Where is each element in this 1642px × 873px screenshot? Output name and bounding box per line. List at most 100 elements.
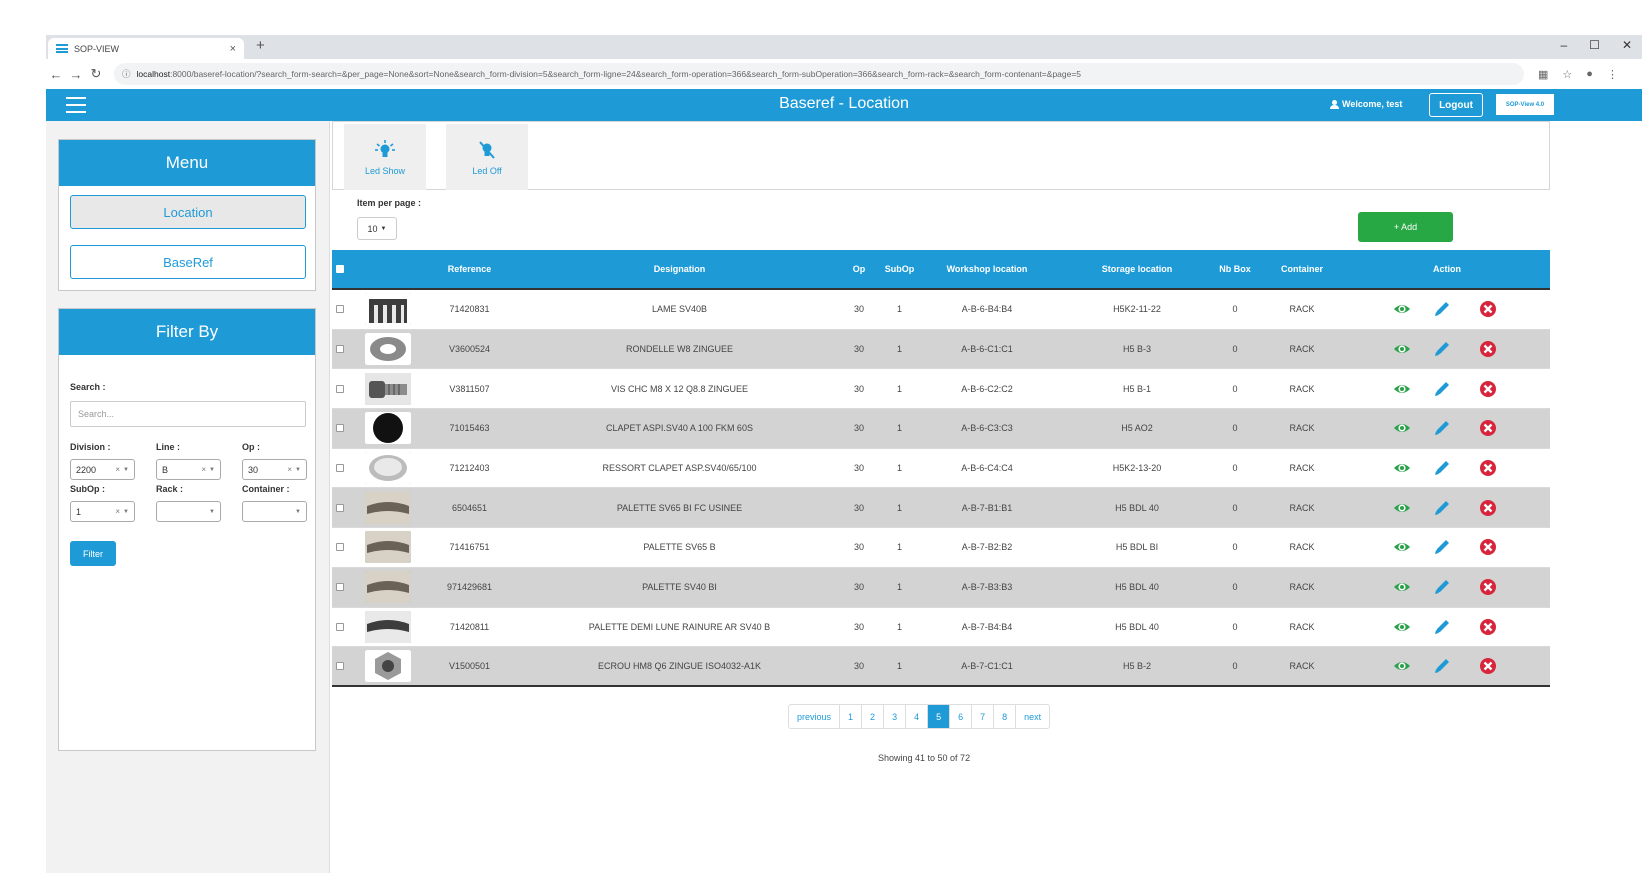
- op-select[interactable]: 30 × ▼: [242, 459, 307, 480]
- table-row[interactable]: V3811507 VIS CHC M8 X 12 Q8.8 ZINGUEE 30 1 A…: [332, 369, 1550, 410]
- header-nb-box[interactable]: Nb Box: [1210, 250, 1260, 288]
- view-eye-icon[interactable]: [1393, 499, 1411, 517]
- edit-pencil-icon[interactable]: [1433, 300, 1451, 318]
- view-eye-icon[interactable]: [1393, 578, 1411, 596]
- clear-icon[interactable]: ×: [115, 465, 120, 474]
- edit-pencil-icon[interactable]: [1433, 419, 1451, 437]
- logout-button[interactable]: Logout: [1429, 93, 1483, 117]
- row-checkbox[interactable]: [336, 305, 344, 314]
- row-checkbox[interactable]: [336, 543, 344, 552]
- minimize-icon[interactable]: –: [1560, 38, 1567, 52]
- led-off-button[interactable]: Led Off: [446, 124, 528, 190]
- row-checkbox[interactable]: [336, 424, 344, 433]
- header-designation[interactable]: Designation: [532, 250, 827, 288]
- delete-icon[interactable]: [1479, 459, 1497, 477]
- container-select[interactable]: ▼: [242, 501, 307, 522]
- row-checkbox[interactable]: [336, 503, 344, 512]
- view-eye-icon[interactable]: [1393, 657, 1411, 675]
- browser-menu-icon[interactable]: ⋮: [1607, 68, 1618, 81]
- per-page-select[interactable]: 10 ▼: [357, 217, 397, 240]
- row-checkbox[interactable]: [336, 384, 344, 393]
- pagination-page[interactable]: 7: [972, 705, 995, 728]
- table-row[interactable]: 71420811 PALETTE DEMI LUNE RAINURE AR SV4…: [332, 607, 1550, 648]
- header-storage-location[interactable]: Storage location: [1082, 250, 1192, 288]
- row-checkbox[interactable]: [336, 662, 344, 671]
- edit-pencil-icon[interactable]: [1433, 657, 1451, 675]
- restore-icon[interactable]: ☐: [1589, 38, 1600, 52]
- clear-icon[interactable]: ×: [115, 507, 120, 516]
- table-row[interactable]: V3600524 RONDELLE W8 ZINGUEE 30 1 A-B-6-C1:C…: [332, 329, 1550, 370]
- row-checkbox[interactable]: [336, 622, 344, 631]
- edit-pencil-icon[interactable]: [1433, 340, 1451, 358]
- pagination-page[interactable]: 5: [928, 705, 951, 728]
- delete-icon[interactable]: [1479, 578, 1497, 596]
- select-all-checkbox[interactable]: [336, 265, 344, 273]
- edit-pencil-icon[interactable]: [1433, 499, 1451, 517]
- edit-pencil-icon[interactable]: [1433, 578, 1451, 596]
- pagination-page[interactable]: 3: [884, 705, 907, 728]
- site-info-icon[interactable]: ⓘ: [122, 68, 131, 80]
- delete-icon[interactable]: [1479, 340, 1497, 358]
- edit-pencil-icon[interactable]: [1433, 538, 1451, 556]
- view-eye-icon[interactable]: [1393, 340, 1411, 358]
- table-row[interactable]: 71015463 CLAPET ASPI.SV40 A 100 FKM 60S 30…: [332, 409, 1550, 449]
- pagination-page[interactable]: 4: [906, 705, 929, 728]
- delete-icon[interactable]: [1479, 657, 1497, 675]
- table-row[interactable]: 71416751 PALETTE SV65 B 30 1 A-B-7-B2:B2 H5 B…: [332, 528, 1550, 568]
- header-container[interactable]: Container: [1272, 250, 1332, 288]
- table-row[interactable]: V1500501 ECROU HM8 Q6 ZINGUE ISO4032-A1K 3…: [332, 647, 1550, 687]
- view-eye-icon[interactable]: [1393, 380, 1411, 398]
- row-checkbox[interactable]: [336, 464, 344, 473]
- table-row[interactable]: 71212403 RESSORT CLAPET ASP.SV40/65/100 30…: [332, 448, 1550, 489]
- row-checkbox[interactable]: [336, 345, 344, 354]
- division-select[interactable]: 2200 × ▼: [70, 459, 135, 480]
- edit-pencil-icon[interactable]: [1433, 380, 1451, 398]
- forward-arrow-icon[interactable]: →: [66, 67, 86, 82]
- filter-button[interactable]: Filter: [70, 541, 116, 566]
- table-row[interactable]: 71420831 LAME SV40B 30 1 A-B-6-B4:B4 H5K2-11-…: [332, 290, 1550, 330]
- delete-icon[interactable]: [1479, 499, 1497, 517]
- bookmark-star-icon[interactable]: ☆: [1562, 68, 1572, 81]
- menu-item-location[interactable]: Location: [70, 195, 306, 229]
- address-bar[interactable]: ⓘ localhost:8000/baseref-location/?searc…: [114, 63, 1524, 85]
- browser-tab[interactable]: SOP-VIEW ×: [48, 38, 244, 59]
- profile-icon[interactable]: ●: [1586, 68, 1593, 81]
- pagination-next[interactable]: next: [1016, 705, 1049, 728]
- header-workshop-location[interactable]: Workshop location: [927, 250, 1047, 288]
- table-row[interactable]: 6504651 PALETTE SV65 BI FC USINEE 30 1 A-B-7…: [332, 488, 1550, 529]
- view-eye-icon[interactable]: [1393, 459, 1411, 477]
- header-reference[interactable]: Reference: [422, 250, 517, 288]
- close-tab-icon[interactable]: ×: [230, 43, 236, 55]
- view-eye-icon[interactable]: [1393, 538, 1411, 556]
- menu-item-baseref[interactable]: BaseRef: [70, 245, 306, 279]
- pagination-page[interactable]: 2: [862, 705, 885, 728]
- row-checkbox[interactable]: [336, 583, 344, 592]
- edit-pencil-icon[interactable]: [1433, 618, 1451, 636]
- subop-select[interactable]: 1 × ▼: [70, 501, 135, 522]
- pagination-page[interactable]: 8: [994, 705, 1017, 728]
- delete-icon[interactable]: [1479, 300, 1497, 318]
- delete-icon[interactable]: [1479, 419, 1497, 437]
- new-tab-button[interactable]: +: [256, 37, 265, 54]
- add-button[interactable]: + Add: [1358, 212, 1453, 242]
- delete-icon[interactable]: [1479, 538, 1497, 556]
- delete-icon[interactable]: [1479, 380, 1497, 398]
- translate-icon[interactable]: ▦: [1538, 68, 1548, 81]
- clear-icon[interactable]: ×: [201, 465, 206, 474]
- view-eye-icon[interactable]: [1393, 419, 1411, 437]
- line-select[interactable]: B × ▼: [156, 459, 221, 480]
- clear-icon[interactable]: ×: [287, 465, 292, 474]
- pagination-page[interactable]: 1: [840, 705, 863, 728]
- back-arrow-icon[interactable]: ←: [46, 67, 66, 82]
- pagination-previous[interactable]: previous: [789, 705, 841, 728]
- edit-pencil-icon[interactable]: [1433, 459, 1451, 477]
- close-window-icon[interactable]: ✕: [1622, 38, 1632, 52]
- view-eye-icon[interactable]: [1393, 618, 1411, 636]
- view-eye-icon[interactable]: [1393, 300, 1411, 318]
- reload-icon[interactable]: ↻: [86, 66, 106, 82]
- header-op[interactable]: Op: [844, 250, 874, 288]
- rack-select[interactable]: ▼: [156, 501, 221, 522]
- led-show-button[interactable]: Led Show: [344, 124, 426, 190]
- delete-icon[interactable]: [1479, 618, 1497, 636]
- header-subop[interactable]: SubOp: [877, 250, 922, 288]
